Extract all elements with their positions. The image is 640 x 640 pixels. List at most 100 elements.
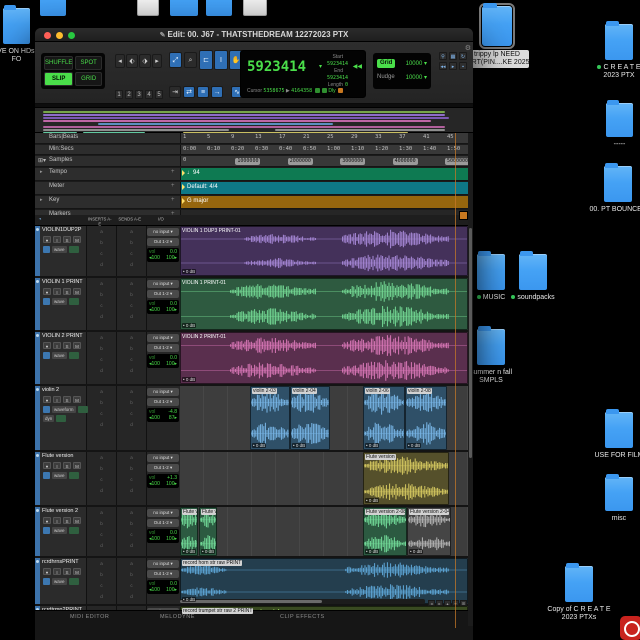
insert-slot[interactable]: c [117, 354, 146, 365]
document-icon[interactable] [243, 0, 267, 16]
folder-icon[interactable] [606, 103, 633, 137]
insert-slot[interactable]: a [87, 507, 116, 518]
desktop-item-misc[interactable]: misc [605, 477, 633, 511]
desktop-item-pt-bounces[interactable]: 00. PT BOUNCES [604, 166, 632, 202]
dyn-chip[interactable]: dyn [43, 415, 54, 422]
insert-slot[interactable]: a [87, 558, 116, 569]
desktop-item-summer-n-fall-smpls[interactable]: summer n fallSMPLS [477, 329, 505, 365]
insert-slot[interactable]: c [117, 408, 146, 419]
insert-slot[interactable]: d [117, 591, 146, 602]
ruler-samples[interactable]: ⊞▾Samples0100000020000003000000400000050… [35, 156, 473, 167]
desktop-item-trippy-lp-need-art[interactable]: trippy lp NEEDART(PIN....KE 2025 [482, 6, 512, 46]
track-view-selector[interactable]: wave [52, 472, 67, 479]
voice-selector-chip[interactable] [43, 472, 50, 479]
track-lane-violin-2-print[interactable]: VIOLIN 2 PRINT-01• 0 dB [180, 332, 468, 384]
desktop-item-top-3[interactable] [206, 0, 232, 16]
automation-mode-chip[interactable] [69, 246, 79, 253]
tab-to-transient-button[interactable]: ⇥ [169, 86, 181, 98]
toolbar-right-button-6[interactable]: ▪ [459, 62, 467, 70]
folder-icon[interactable] [604, 166, 632, 202]
voice-selector-chip[interactable] [43, 246, 50, 253]
insert-slot[interactable]: c [117, 580, 146, 591]
folder-icon[interactable] [519, 254, 547, 290]
track-view-selector[interactable]: wave [52, 246, 67, 253]
lane-nav-button[interactable]: ◂ [428, 600, 435, 606]
bottom-tab-midi-editor[interactable]: MIDI EDITOR [70, 614, 109, 620]
ruler-tempo[interactable]: ▸Tempo♩94+ [35, 168, 473, 181]
ruler-tempo-lane[interactable]: ♩94 [180, 168, 468, 180]
insert-slot[interactable]: a [117, 452, 146, 463]
input-monitor-button[interactable]: I [53, 517, 61, 524]
insert-slot[interactable]: c [117, 474, 146, 485]
playhead-cursor[interactable] [455, 133, 456, 628]
folder-icon[interactable] [3, 8, 30, 44]
solo-button[interactable]: S [63, 568, 71, 575]
audio-clip[interactable]: violin 2-04• 0 dB [290, 386, 330, 450]
insert-slot[interactable]: d [117, 259, 146, 270]
desktop-item-top-doc-1[interactable] [137, 0, 159, 16]
folder-icon[interactable] [477, 254, 505, 290]
desktop-item-top-2[interactable] [170, 0, 198, 16]
insert-slot[interactable]: c [117, 300, 146, 311]
input-monitor-button[interactable]: I [53, 568, 61, 575]
insert-slot[interactable]: b [117, 518, 146, 529]
selector-tool-button[interactable]: I [214, 50, 228, 70]
output-selector[interactable]: Out 1-2 ▾ [147, 464, 179, 472]
folder-icon[interactable] [40, 0, 66, 16]
zoom-preset-5[interactable]: 5 [155, 90, 163, 99]
voice-selector-chip[interactable] [43, 527, 50, 534]
ruler-bars-beats[interactable]: Bars|Beats159131721252933374145 [35, 133, 473, 144]
zoom-preset-1[interactable]: 1 [115, 90, 123, 99]
mute-button[interactable]: M [73, 396, 81, 403]
toolbar-right-button-5[interactable]: ▸ [449, 62, 457, 70]
ruler-min-secs-lane[interactable]: 0:000:100:200:300:400:501:001:101:201:30… [180, 145, 468, 154]
red-app-icon[interactable] [620, 616, 640, 640]
voice-selector-chip[interactable] [43, 352, 50, 359]
track-name[interactable]: VIOLIN1DUP2P [42, 227, 86, 233]
volume-pan-display[interactable]: vol0.0◂100100▸ [147, 248, 179, 262]
folder-icon[interactable] [482, 6, 512, 46]
output-selector[interactable]: Out 1-2 ▾ [147, 344, 179, 352]
insert-slot[interactable]: b [87, 397, 116, 408]
insert-slot[interactable]: d [117, 419, 146, 430]
record-button[interactable]: ● [43, 462, 51, 469]
insert-slot[interactable]: c [87, 300, 116, 311]
track-name[interactable]: Flute version 2 [42, 508, 86, 514]
insert-slot[interactable]: d [87, 591, 116, 602]
audio-clip[interactable]: record horn str raw PRINT• 0 dB [180, 558, 468, 604]
input-selector[interactable]: no input ▾ [147, 509, 179, 517]
volume-pan-display[interactable]: vol0.0◂100100▸ [147, 354, 179, 368]
audio-clip[interactable]: violin 2-08• 0 dB [405, 386, 447, 450]
insert-slot[interactable]: a [87, 226, 116, 237]
output-selector[interactable]: Out 1-2 ▾ [147, 398, 179, 406]
mode-slip-button[interactable]: SLIP [44, 72, 73, 86]
voice-selector-chip[interactable] [43, 298, 50, 305]
clock-icon[interactable]: ◔ [38, 217, 42, 223]
solo-button[interactable]: S [63, 462, 71, 469]
folder-icon[interactable] [605, 477, 633, 511]
grid-value[interactable]: 10000 ▾ [406, 60, 427, 67]
track-view-selector[interactable]: wave [52, 527, 67, 534]
record-button[interactable]: ● [43, 288, 51, 295]
insert-slot[interactable]: a [117, 507, 146, 518]
ruler-meter[interactable]: MeterDefault: 4/4+ [35, 182, 473, 195]
record-button[interactable]: ● [43, 236, 51, 243]
insert-slot[interactable]: b [117, 289, 146, 300]
universe-overview[interactable] [35, 107, 473, 133]
track-header-rcrdhrnsprint[interactable]: rcrdhrnsPRINT●ISMwave [35, 558, 87, 604]
desktop-item-music[interactable]: MUSIC [477, 254, 505, 290]
input-monitor-button[interactable]: I [53, 342, 61, 349]
input-selector[interactable]: no input ▾ [147, 334, 179, 342]
insert-slot[interactable]: b [117, 237, 146, 248]
insert-slot[interactable]: c [117, 529, 146, 540]
mute-button[interactable]: M [73, 462, 81, 469]
zoom-vertical-button[interactable]: ⬗ [139, 54, 151, 68]
add-ruler-event-icon[interactable]: + [171, 183, 175, 189]
input-monitor-button[interactable]: I [53, 236, 61, 243]
toolbar-right-button-3[interactable]: ↻ [459, 52, 467, 60]
lane-nav-button[interactable]: ⊞ [460, 600, 467, 606]
scroll-next-button[interactable]: ▸ [152, 54, 162, 68]
record-button[interactable]: ● [43, 396, 51, 403]
automation-mode-chip[interactable] [56, 415, 66, 422]
insert-slot[interactable]: b [117, 463, 146, 474]
